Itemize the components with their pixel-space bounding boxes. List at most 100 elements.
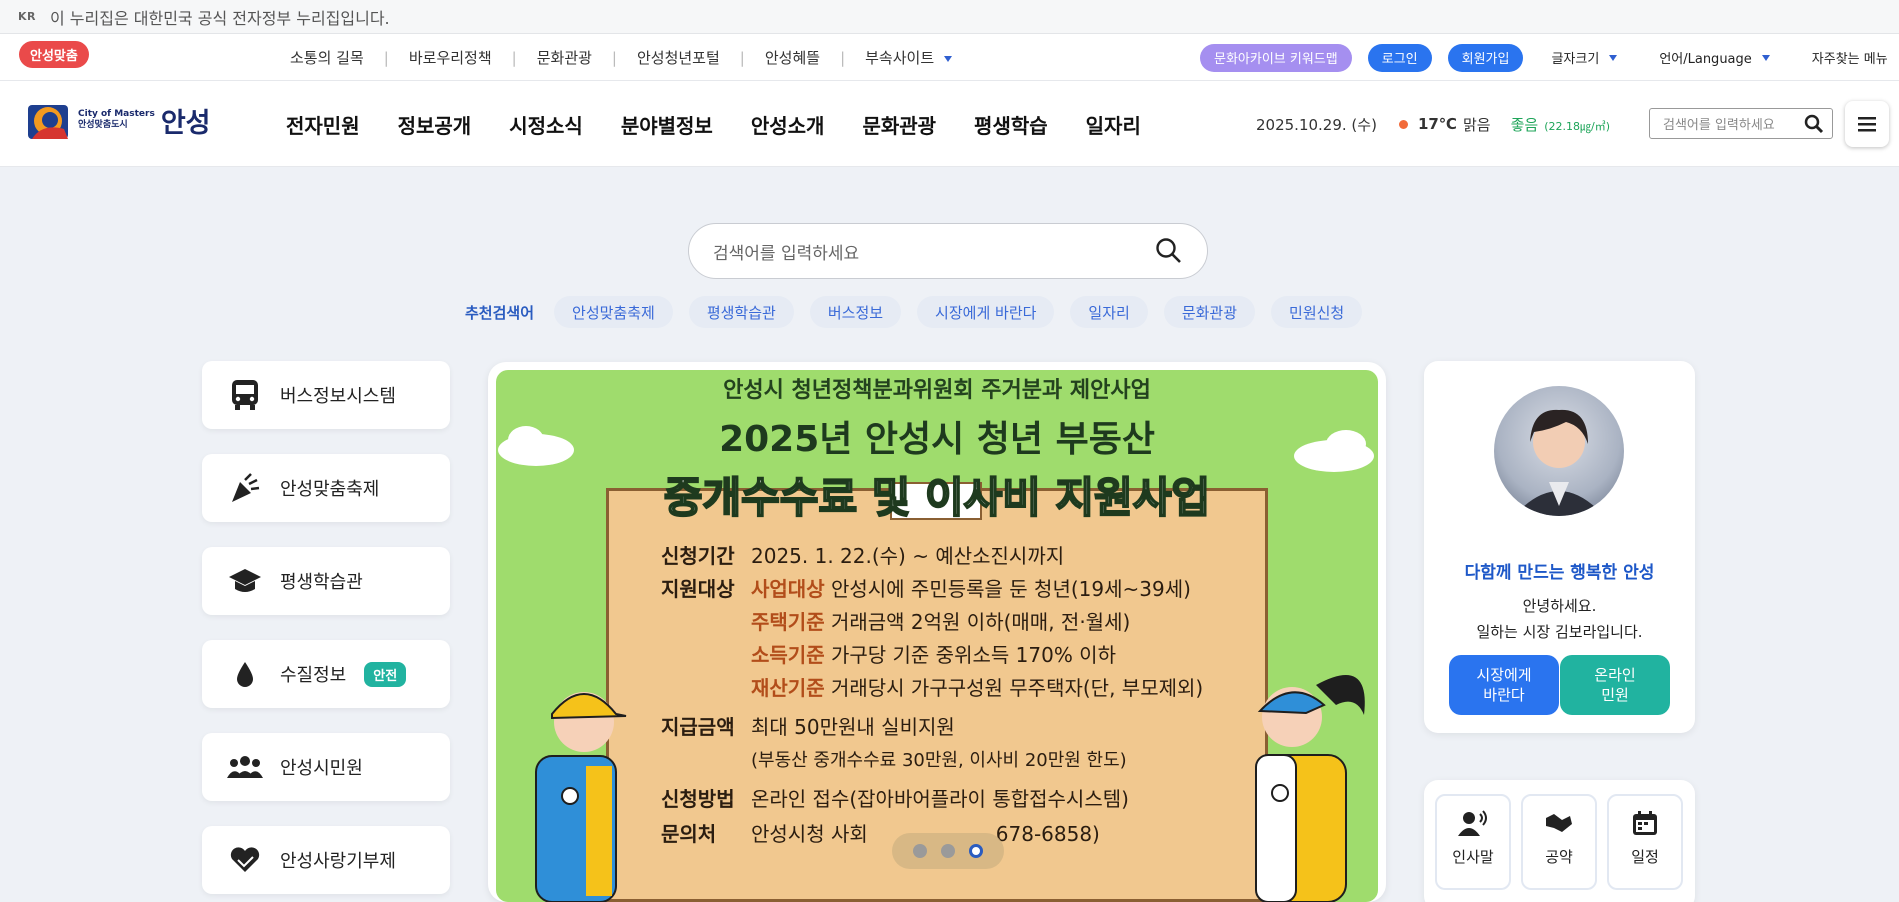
nav-item-civil[interactable]: 전자민원 bbox=[286, 110, 360, 139]
util-link-policy[interactable]: 바로우리정책 bbox=[409, 47, 492, 68]
header-search-placeholder: 검색어를 입력하세요 bbox=[1663, 118, 1775, 133]
separator: | bbox=[840, 48, 846, 67]
anseong-badge-button[interactable]: 안성맞춤 bbox=[19, 41, 89, 68]
util-right: 문화아카이브 키워드맵 로그인 회원가입 글자크기 언어/Language 자주… bbox=[1200, 34, 1888, 81]
nav-item-fields[interactable]: 분야별정보 bbox=[621, 110, 713, 139]
quick-festival[interactable]: 안성맞춤축제 bbox=[202, 454, 450, 522]
banner-row: 지급금액 최대 50만원내 실비지원 bbox=[661, 711, 1203, 744]
mayor-link-pledges[interactable]: 공약 bbox=[1521, 794, 1597, 890]
main-header: City of Masters 안성맞춤도시 안성 전자민원 정보공개 시정소식… bbox=[0, 81, 1899, 167]
util-link-sotong[interactable]: 소통의 길목 bbox=[290, 47, 364, 68]
separator: | bbox=[383, 48, 389, 67]
air-quality-value: (22.18㎍/㎥) bbox=[1544, 119, 1610, 133]
subsites-label: 부속사이트 bbox=[865, 49, 935, 67]
hamburger-menu-icon[interactable] bbox=[1845, 101, 1889, 147]
nav-item-culture[interactable]: 문화관광 bbox=[862, 110, 936, 139]
row-sub-key: 재산기준 bbox=[751, 676, 825, 700]
keyword-chip[interactable]: 일자리 bbox=[1070, 296, 1148, 328]
banner-slide[interactable]: 안성시 청년정책분과위원회 주거분과 제안사업 2025년 안성시 청년 부동산… bbox=[496, 370, 1378, 902]
water-drop-icon bbox=[226, 657, 264, 691]
speaking-person-icon bbox=[1458, 810, 1487, 836]
archive-keyword-map-button[interactable]: 문화아카이브 키워드맵 bbox=[1200, 43, 1352, 72]
language-label: 언어/Language bbox=[1659, 52, 1752, 67]
mayor-link-greeting[interactable]: 인사말 bbox=[1435, 794, 1511, 890]
keyword-chip[interactable]: 평생학습관 bbox=[688, 296, 794, 328]
keyword-chip[interactable]: 시장에게 바란다 bbox=[917, 296, 1055, 328]
keyword-chip[interactable]: 문화관광 bbox=[1163, 296, 1256, 328]
util-link-subsites[interactable]: 부속사이트 bbox=[865, 47, 953, 68]
row-key: 지원대상 bbox=[661, 577, 735, 601]
heart-hands-icon bbox=[226, 843, 264, 877]
quick-label: 안성사랑기부제 bbox=[280, 851, 396, 872]
faq-menu-link[interactable]: 자주찾는 메뉴 bbox=[1812, 48, 1888, 67]
logo-subtitle: City of Masters 안성맞춤도시 bbox=[78, 109, 155, 131]
quick-donation[interactable]: 안성사랑기부제 bbox=[202, 826, 450, 894]
mayor-greeting: 안녕하세요. 일하는 시장 김보라입니다. bbox=[1424, 593, 1695, 645]
date-text: 2025.10.29. (수) bbox=[1256, 115, 1377, 134]
banner-title-2: 중개수수료 및 이사비 지원사업 bbox=[663, 472, 1211, 523]
nav-item-info[interactable]: 정보공개 bbox=[398, 110, 472, 139]
nav-item-about[interactable]: 안성소개 bbox=[751, 110, 825, 139]
header-search-input[interactable]: 검색어를 입력하세요 bbox=[1649, 108, 1833, 139]
button-line: 시장에게 bbox=[1476, 666, 1532, 684]
nav-item-news[interactable]: 시정소식 bbox=[509, 110, 583, 139]
banner-row: 신청기간 2025. 1. 22.(수) ~ 예산소진시까지 bbox=[661, 540, 1203, 573]
util-link-culture[interactable]: 문화관광 bbox=[537, 47, 592, 68]
row-sub-key: 주택기준 bbox=[751, 610, 825, 634]
recommended-keywords: 추천검색어 안성맞춤축제 평생학습관 버스정보 시장에게 바란다 일자리 문화관… bbox=[465, 296, 1378, 328]
language-dropdown[interactable]: 언어/Language bbox=[1659, 48, 1770, 67]
pagination-dot-active[interactable] bbox=[969, 844, 983, 858]
row-value: 678-6858) bbox=[995, 822, 1100, 846]
signup-button[interactable]: 회원가입 bbox=[1447, 43, 1524, 72]
banner-title-1: 2025년 안성시 청년 부동산 bbox=[719, 419, 1155, 460]
quick-civil-complaint[interactable]: 안성시민원 bbox=[202, 733, 450, 801]
main-banner-carousel[interactable]: 안성시 청년정책분과위원회 주거분과 제안사업 2025년 안성시 청년 부동산… bbox=[488, 362, 1386, 902]
row-key: 신청방법 bbox=[661, 787, 735, 811]
login-button[interactable]: 로그인 bbox=[1367, 43, 1432, 72]
row-value: 안성시청 사회 bbox=[751, 822, 868, 846]
quick-label: 평생학습관 bbox=[280, 572, 363, 593]
mayor-card: 다함께 만드는 행복한 안성 안녕하세요. 일하는 시장 김보라입니다. 시장에… bbox=[1424, 361, 1695, 733]
gov-banner: KR 이 누리집은 대한민국 공식 전자정부 누리집입니다. bbox=[0, 0, 1899, 34]
search-icon[interactable] bbox=[1804, 114, 1824, 138]
temperature: 17℃ bbox=[1417, 115, 1457, 133]
row-sub-key: 소득기준 bbox=[751, 643, 825, 667]
keyword-chip[interactable]: 버스정보 bbox=[809, 296, 902, 328]
separator: | bbox=[739, 48, 745, 67]
quick-bus-info[interactable]: 버스정보시스템 bbox=[202, 361, 450, 429]
keyword-chip[interactable]: 안성맞춤축제 bbox=[554, 296, 673, 328]
mayor-tagline: 다함께 만드는 행복한 안성 bbox=[1464, 563, 1655, 583]
party-popper-icon bbox=[226, 471, 264, 505]
main-search-input[interactable]: 검색어를 입력하세요 bbox=[688, 223, 1208, 279]
ask-mayor-button[interactable]: 시장에게 바란다 bbox=[1449, 655, 1559, 715]
worker-right-illustration bbox=[1255, 675, 1365, 902]
nav-item-jobs[interactable]: 일자리 bbox=[1086, 110, 1141, 139]
pagination-dot[interactable] bbox=[941, 844, 955, 858]
mayor-link-schedule[interactable]: 일정 bbox=[1607, 794, 1683, 890]
nav-item-learning[interactable]: 평생학습 bbox=[974, 110, 1048, 139]
logo-subtitle-ko: 안성맞춤도시 bbox=[78, 120, 128, 130]
carousel-pagination bbox=[892, 833, 1004, 869]
banner-row: 지원대상 사업대상 안성시에 주민등록을 둔 청년(19세~39세) bbox=[661, 573, 1203, 606]
mayor-links: 인사말 공약 일정 bbox=[1424, 780, 1695, 902]
font-size-label: 글자크기 bbox=[1551, 52, 1600, 67]
worker-left-illustration bbox=[535, 692, 627, 902]
quick-label: 안성맞춤축제 bbox=[280, 479, 380, 500]
online-complaint-button[interactable]: 온라인 민원 bbox=[1560, 655, 1670, 715]
quick-learning-center[interactable]: 평생학습관 bbox=[202, 547, 450, 615]
util-link-hyetteul[interactable]: 안성혜뜰 bbox=[765, 47, 820, 68]
keyword-chip[interactable]: 민원신청 bbox=[1271, 296, 1363, 328]
site-logo[interactable]: City of Masters 안성맞춤도시 안성 bbox=[28, 99, 211, 141]
pagination-dot[interactable] bbox=[913, 844, 927, 858]
search-icon[interactable] bbox=[1155, 237, 1183, 270]
gov-banner-text[interactable]: 이 누리집은 대한민국 공식 전자정부 누리집입니다. bbox=[50, 5, 390, 29]
banner-row: (부동산 중개수수료 30만원, 이사비 20만원 한도) bbox=[661, 744, 1203, 777]
util-link-youth[interactable]: 안성청년포털 bbox=[637, 47, 720, 68]
people-group-icon bbox=[226, 750, 264, 784]
chevron-down-icon bbox=[1609, 54, 1618, 61]
greeting-line: 안녕하세요. bbox=[1522, 597, 1597, 615]
sun-icon bbox=[1398, 119, 1408, 129]
chevron-down-icon bbox=[1761, 54, 1770, 61]
quick-water-quality[interactable]: 수질정보 안전 bbox=[202, 640, 450, 708]
font-size-dropdown[interactable]: 글자크기 bbox=[1551, 48, 1618, 67]
